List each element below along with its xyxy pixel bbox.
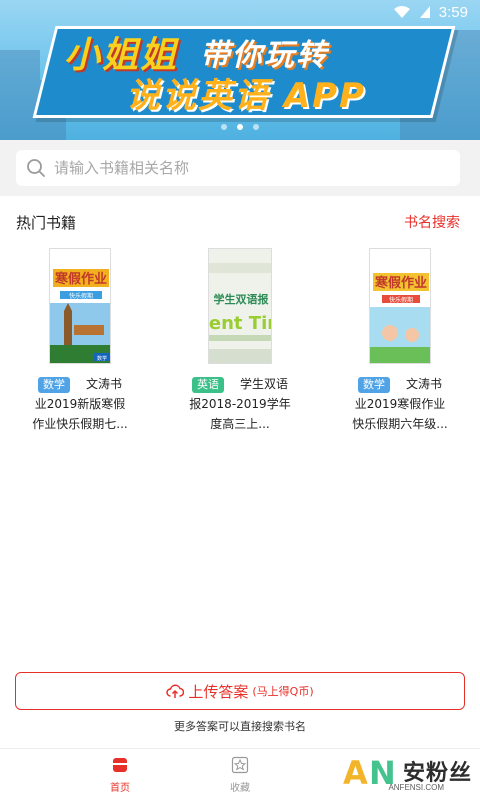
watermark-subtext: ANFENSI.COM [388,783,444,792]
wifi-icon [393,6,410,18]
signal-icon [419,6,430,18]
search-area [0,140,480,196]
carousel-indicator [0,124,480,130]
book-card[interactable]: 寒假作业 快乐假期 数学 数学 文涛书 业2019新版寒假 作业快乐假期七... [0,248,160,434]
upload-label: 上传答案 [188,682,249,701]
book-title-text: 文涛书 [85,377,122,391]
book-info: 数学 文涛书 业2019寒假作业 快乐假期六年级... [320,374,480,434]
section-title: 热门书籍 [16,214,77,232]
subject-tag: 数学 [37,377,70,393]
nav-favorites-label: 收藏 [230,783,250,794]
carousel-dot[interactable] [253,124,259,130]
nav-home-label: 首页 [110,783,130,794]
book-info: 英语 学生双语 报2018-2019学年 度高三上... [160,374,320,434]
book-title-line-2: 报2018-2019学年 [189,397,291,411]
upload-hint: 更多答案可以直接搜索书名 [174,720,306,733]
book-cover: 寒假作业 快乐假期 [369,248,431,364]
subject-tag: 英语 [191,377,224,393]
book-card[interactable]: 寒假作业 快乐假期 数学 文涛书 业2019寒假作业 快乐假期六年级... [320,248,480,434]
cover-badge: 数学 [97,355,107,362]
status-time: 3:59 [438,3,468,21]
book-card[interactable]: 学生双语报 dent Tim 英语 学生双语 报2018-2019学年 度高三上.… [160,248,320,434]
cover-title: 寒假作业 [54,271,107,287]
nav-favorites[interactable]: 收藏 [210,755,270,794]
book-title-line-1: 数学 文涛书 [330,374,470,394]
upload-sublabel: (马上得Q币) [252,685,314,698]
book-list: 寒假作业 快乐假期 数学 数学文涛书 业2019新版寒假 作业快乐假期七... [0,248,480,434]
book-info: 数学 文涛书 业2019新版寒假 作业快乐假期七... [0,374,160,434]
status-bar: 3:59 [0,0,480,24]
search-icon [27,159,45,177]
home-icon [113,758,127,772]
book-name-search-link[interactable]: 书名搜索 [404,212,460,232]
svg-text:A: A [343,754,368,788]
book-cover: 学生双语报 dent Tim [208,248,272,364]
cover-title: 学生双语报 [214,292,270,306]
cover-subtitle: 快乐假期 [69,292,93,300]
banner-headline-3: 说说英语 APP [126,76,366,116]
search-input[interactable] [54,159,434,177]
cover-subtitle: dent Tim [209,313,272,334]
book-title-line-1: 英语 学生双语 [170,374,310,394]
book-cover: 寒假作业 快乐假期 数学 [49,248,111,364]
book-title-line-2: 业2019新版寒假 [34,397,126,411]
watermark: A N 安粉丝 ANFENSI.COM [343,754,472,792]
cover-title: 寒假作业 [374,275,427,291]
book-title-line-3: 作业快乐假期七... [32,417,128,431]
book-title-text: 文涛书 [405,377,442,391]
subject-tag: 数学 [357,377,390,393]
book-title-text: 学生双语 [239,377,288,391]
nav-home[interactable]: 首页 [90,755,150,794]
carousel-dot-active[interactable] [237,124,243,130]
top-banner[interactable]: 3:59 小姐姐 带你玩转 说说英语 APP [0,0,480,140]
upload-answer-button[interactable]: 上传答案 (马上得Q币) [15,672,465,710]
book-title-line-3: 快乐假期六年级... [352,417,448,431]
book-title-line-3: 度高三上... [210,417,270,431]
book-title-line-1: 数学 文涛书 [10,374,150,394]
book-title-line-2: 业2019寒假作业 [354,397,446,411]
star-icon [231,756,249,774]
carousel-dot[interactable] [221,124,227,130]
cloud-upload-icon [166,684,185,698]
cover-subtitle: 快乐假期 [389,296,413,304]
search-box[interactable] [16,150,460,186]
